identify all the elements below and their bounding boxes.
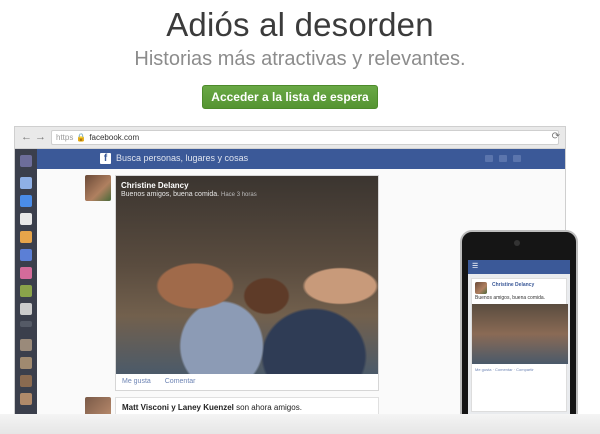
story-photo[interactable] xyxy=(116,176,378,376)
phone-story-actions: Me gusta · Comentar · Compartir xyxy=(475,367,534,372)
profile-icon[interactable] xyxy=(20,155,32,167)
friend-avatar-icon[interactable] xyxy=(20,393,32,405)
phone-story-photo[interactable] xyxy=(472,304,568,364)
phone-screen: ☰ Christine Delancy Buenos amigos, buena… xyxy=(468,260,570,430)
news-feed-icon[interactable] xyxy=(20,177,32,189)
notification-names[interactable]: Matt Visconi y Laney Kuenzel xyxy=(122,403,234,412)
search-icon[interactable] xyxy=(20,249,32,261)
phone-story-status: Buenos amigos, buena comida. xyxy=(475,295,546,301)
comment-button[interactable]: Comentar xyxy=(165,378,196,385)
feed-story: Christine Delancy Buenos amigos, buena c… xyxy=(115,175,379,391)
story-author[interactable]: Christine Delancy xyxy=(121,181,189,190)
friend-avatar-icon[interactable] xyxy=(20,339,32,351)
friend-requests-icon[interactable] xyxy=(485,155,493,162)
events-icon[interactable] xyxy=(20,213,32,225)
bottom-divider xyxy=(0,414,600,434)
facebook-top-bar: f Busca personas, lugares y cosas xyxy=(37,149,565,169)
url-text: facebook.com xyxy=(89,133,140,142)
comment-button[interactable]: Comentar xyxy=(495,367,513,372)
avatar[interactable] xyxy=(475,282,487,294)
messages-jewel-icon[interactable] xyxy=(499,155,507,162)
camera-icon xyxy=(514,240,520,246)
back-icon[interactable]: ← xyxy=(21,131,32,143)
photos-icon[interactable] xyxy=(20,231,32,243)
reload-icon[interactable]: ⟳ xyxy=(552,131,560,142)
facebook-logo-icon[interactable]: f xyxy=(100,153,111,164)
phone-mockup: ☰ Christine Delancy Buenos amigos, buena… xyxy=(460,230,578,434)
story-time[interactable]: Hace 3 horas xyxy=(221,192,257,198)
browser-chrome: ← → https 🔒 facebook.com ⟳ xyxy=(15,127,565,149)
story-status: Buenos amigos, buena comida. Hace 3 hora… xyxy=(121,191,257,198)
like-button[interactable]: Me gusta xyxy=(122,378,151,385)
games-icon[interactable] xyxy=(20,285,32,297)
more-icon[interactable] xyxy=(20,321,32,327)
notification-text: son ahora amigos. xyxy=(233,403,302,412)
story-status-text: Buenos amigos, buena comida. xyxy=(121,191,220,198)
notifications-icon[interactable] xyxy=(513,155,521,162)
forward-icon[interactable]: → xyxy=(35,131,46,143)
pages-icon[interactable] xyxy=(20,303,32,315)
app-sidebar xyxy=(15,149,37,426)
avatar[interactable] xyxy=(85,175,111,201)
page-subtitle: Historias más atractivas y relevantes. xyxy=(134,48,466,70)
url-scheme: https xyxy=(56,133,74,142)
friend-avatar-icon[interactable] xyxy=(20,357,32,369)
phone-top-bar: ☰ xyxy=(468,260,570,274)
search-input[interactable]: Busca personas, lugares y cosas xyxy=(116,153,248,163)
address-bar[interactable]: https 🔒 facebook.com xyxy=(51,130,559,145)
phone-story: Christine Delancy Buenos amigos, buena c… xyxy=(471,278,568,412)
apps-icon[interactable] xyxy=(20,267,32,279)
share-button[interactable]: Compartir xyxy=(516,367,534,372)
friend-avatar-icon[interactable] xyxy=(20,375,32,387)
like-button[interactable]: Me gusta xyxy=(475,367,491,372)
lock-icon: 🔒 xyxy=(76,133,87,142)
waitlist-button[interactable]: Acceder a la lista de espera xyxy=(202,85,378,109)
page-title: Adiós al desorden xyxy=(166,6,434,43)
phone-story-author[interactable]: Christine Delancy xyxy=(492,282,534,288)
messages-icon[interactable] xyxy=(20,195,32,207)
story-actions: Me gusta Comentar xyxy=(116,374,378,390)
